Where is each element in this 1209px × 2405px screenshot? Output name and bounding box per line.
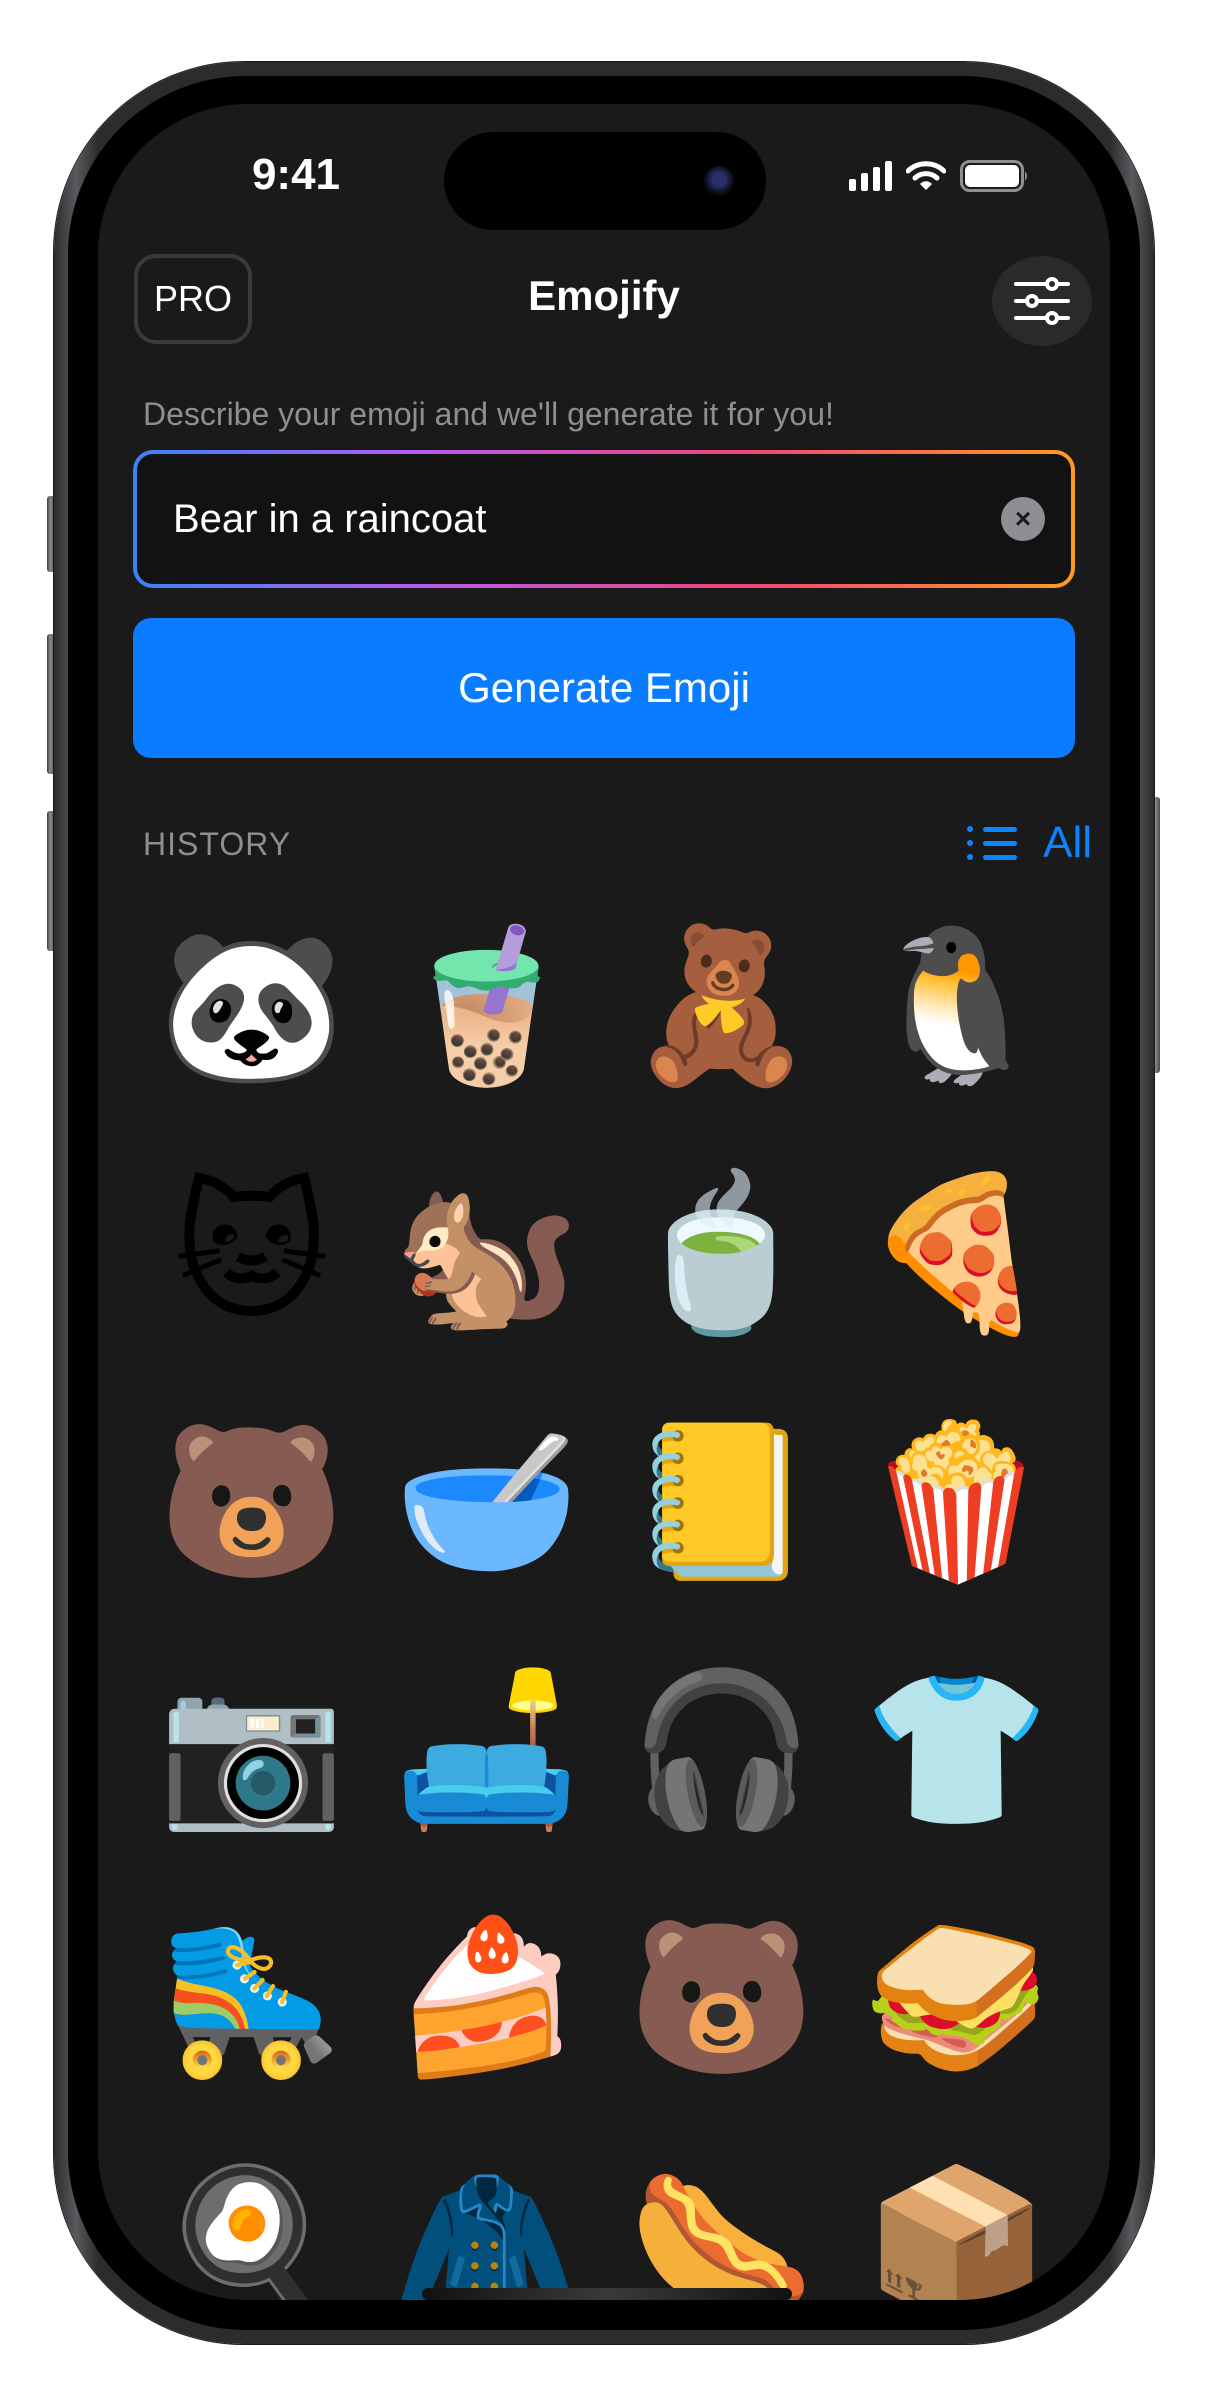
emoji-image-popcorn: 🍿 — [863, 1415, 1050, 1589]
emoji-image-puffer-jacket: 🧥 — [393, 2159, 580, 2300]
history-label: HISTORY — [143, 826, 292, 862]
prompt-input[interactable] — [173, 496, 1001, 542]
emoji-image-airpods-case: 🎧 — [628, 1663, 815, 1837]
emoji-image-cat-on-cloud: 🐱 — [173, 1167, 330, 1341]
history-item[interactable]: 🌭 — [604, 2122, 839, 2300]
dynamic-island — [444, 132, 766, 230]
generate-emoji-button[interactable]: Generate Emoji — [133, 618, 1075, 758]
view-all-label: All — [1043, 818, 1092, 867]
clear-input-button[interactable]: × — [1001, 497, 1045, 541]
history-item[interactable]: 🍳 — [134, 2122, 369, 2300]
app-screen: 9:41 PRO Emojify Describe your emoji and… — [98, 104, 1110, 2300]
front-camera-icon — [704, 166, 734, 196]
history-item[interactable]: 🍰 — [369, 1874, 604, 2122]
history-item[interactable]: 🐻 — [604, 1874, 839, 2122]
history-item[interactable]: 🧥 — [369, 2122, 604, 2300]
history-item[interactable]: 📷 — [134, 1626, 369, 1874]
history-item[interactable]: 🧋 — [369, 882, 604, 1130]
history-item[interactable]: 🐧 — [839, 882, 1074, 1130]
prompt-label: Describe your emoji and we'll generate i… — [143, 396, 834, 432]
history-item[interactable]: 🎧 — [604, 1626, 839, 1874]
emoji-image-bear-in-raincoat-hood: 🐻 — [628, 1911, 815, 2085]
history-item[interactable]: 📦 — [839, 2122, 1074, 2300]
emoji-image-inline-skate: 🛼 — [158, 1911, 345, 2085]
prompt-field: × — [133, 450, 1075, 588]
history-item[interactable]: 🍕 — [839, 1130, 1074, 1378]
history-item[interactable]: 🛋️ — [369, 1626, 604, 1874]
emoji-image-penguin-in-blanket: 🐧 — [863, 919, 1050, 1093]
wifi-icon — [906, 161, 946, 191]
history-item[interactable]: 🛼 — [134, 1874, 369, 2122]
emoji-image-matcha-cheesecake: 🍰 — [393, 1911, 580, 2085]
clear-x-icon: × — [1014, 503, 1032, 534]
history-item[interactable]: 🐻 — [134, 1378, 369, 1626]
history-item[interactable]: 🐱 — [134, 1130, 369, 1378]
emoji-image-tie-dye-shirt: 👕 — [863, 1663, 1050, 1837]
status-time: 9:41 — [251, 150, 341, 199]
prompt-field-inner: × — [137, 454, 1071, 584]
history-item[interactable]: 🍿 — [839, 1378, 1074, 1626]
history-item[interactable]: 🥣 — [369, 1378, 604, 1626]
emoji-image-bean-bag: 🛋️ — [393, 1663, 580, 1837]
list-icon — [967, 826, 1018, 860]
emoji-image-hot-dog: 🌭 — [628, 2159, 815, 2300]
view-all-button[interactable]: All — [967, 818, 1092, 868]
history-item[interactable]: 🍵 — [604, 1130, 839, 1378]
history-grid: 🐼 🧋 🧸 🐧 🐱 🐿️ 🍵 🍕 🐻 🥣 📒 🍿 📷 🛋️ 🎧 👕 🛼 🍰 🐻 🥪 🍳 🧥 🌭 📦 — [134, 882, 1074, 2300]
status-icons — [849, 160, 1030, 192]
emoji-image-bear-in-yellow-raincoat: 🧸 — [628, 919, 815, 1093]
history-item[interactable]: 🐿️ — [369, 1130, 604, 1378]
history-item[interactable]: 🐼 — [134, 882, 369, 1130]
emoji-image-polaroid-camera: 📷 — [158, 1663, 345, 1837]
emoji-image-heart-pizza: 🍕 — [863, 1167, 1050, 1341]
history-item[interactable]: 🥪 — [839, 1874, 1074, 2122]
emoji-image-acai-bowl: 🥣 — [393, 1415, 580, 1589]
emoji-image-gummy-bear: 🐻 — [158, 1415, 345, 1589]
emoji-image-bubble-tea: 🧋 — [393, 919, 580, 1093]
history-item[interactable]: 🧸 — [604, 882, 839, 1130]
sliders-icon — [1014, 277, 1070, 325]
history-item[interactable]: 👕 — [839, 1626, 1074, 1874]
emoji-image-squirrel-with-sunglasses: 🐿️ — [393, 1167, 580, 1341]
emoji-image-planner-notebook: 📒 — [628, 1415, 815, 1589]
emoji-image-steak-and-eggs: 🍳 — [158, 2159, 345, 2300]
emoji-image-matcha-latte: 🍵 — [628, 1167, 815, 1341]
emoji-image-panda-on-swing: 🐼 — [158, 919, 345, 1093]
home-indicator[interactable] — [422, 2288, 792, 2300]
battery-icon — [960, 160, 1030, 192]
cellular-signal-icon — [849, 161, 892, 191]
app-title: Emojify — [528, 272, 680, 319]
emoji-image-grilled-cheese-stack: 🥪 — [863, 1911, 1050, 2085]
emoji-image-cat-in-box: 📦 — [863, 2159, 1050, 2300]
settings-button[interactable] — [992, 256, 1092, 346]
history-item[interactable]: 📒 — [604, 1378, 839, 1626]
